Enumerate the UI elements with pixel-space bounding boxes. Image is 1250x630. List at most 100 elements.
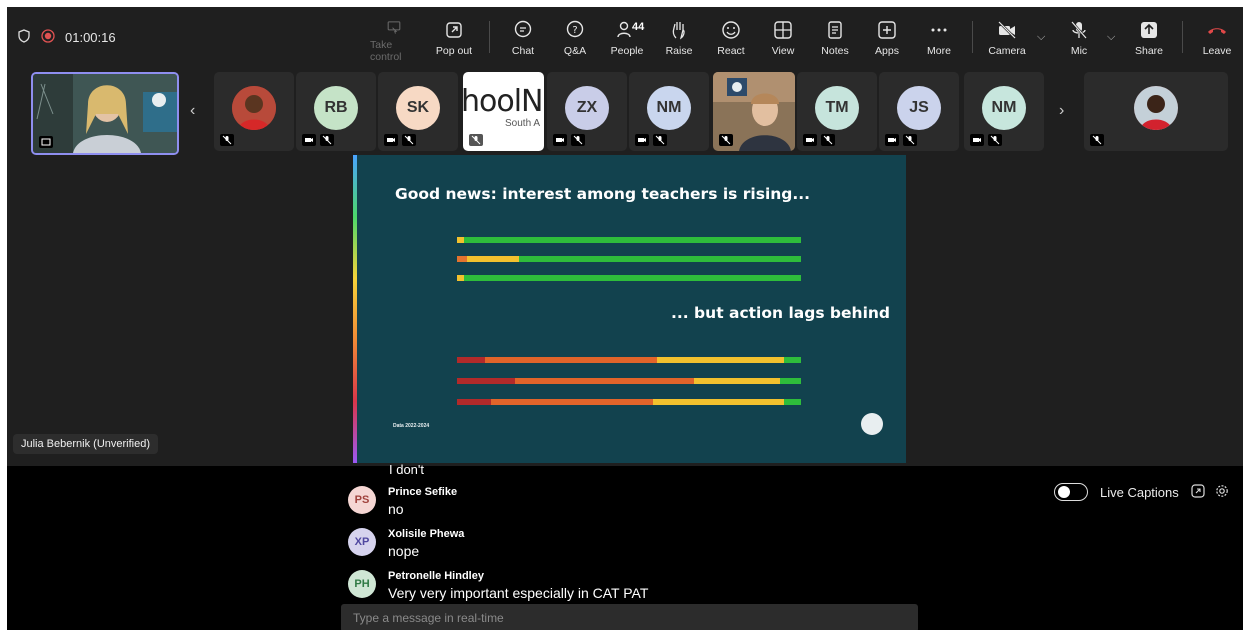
participant-tile[interactable]: TM [797, 72, 877, 151]
participant-avatar: ZX [565, 86, 609, 130]
previous-participants-chevron-icon[interactable]: ‹ [190, 102, 195, 120]
next-participants-chevron-icon[interactable]: › [1059, 102, 1064, 120]
camera-button[interactable]: Camera [983, 15, 1031, 63]
caption-text: nope [388, 543, 420, 559]
participant-tile[interactable]: NM [629, 72, 709, 151]
participant-tile[interactable]: ZX [547, 72, 627, 151]
participant-tile[interactable]: NM [964, 72, 1044, 151]
participant-tile-logo[interactable]: hoolNe South A [463, 72, 544, 151]
live-captions-controls: Live Captions [1054, 483, 1229, 501]
caption-avatar: PH [348, 570, 376, 598]
presenter-name-tag: Julia Bebernik (Unverified) [13, 434, 158, 454]
mic-off-icon [903, 134, 917, 146]
slide-data-label: Data 2022-2024 [393, 423, 430, 429]
participant-avatar: NM [982, 86, 1026, 130]
share-icon [1141, 22, 1157, 38]
apps-icon [878, 21, 896, 39]
view-icon [774, 21, 792, 39]
shared-presentation-slide: Good news: interest among teachers is ri… [353, 155, 906, 463]
chart2-bar [457, 399, 801, 405]
live-captions-toggle[interactable] [1054, 483, 1088, 501]
more-button[interactable]: More [915, 15, 963, 63]
camera-off-icon [384, 134, 398, 146]
notes-icon [828, 21, 842, 39]
mic-off-icon [220, 134, 234, 146]
mic-off-icon [1071, 21, 1087, 39]
leave-button[interactable]: Leave [1193, 15, 1241, 63]
participant-tile[interactable]: RB [296, 72, 376, 151]
caption-partial-text: I don't [389, 462, 425, 477]
mic-off-icon [320, 134, 334, 146]
notes-button[interactable]: Notes [811, 15, 859, 63]
participant-tile[interactable]: SK [378, 72, 458, 151]
chart1-bar [457, 237, 801, 243]
mic-options-chevron-icon[interactable]: ⌵ [1107, 31, 1115, 44]
pop-out-captions-icon[interactable] [1191, 483, 1205, 501]
chat-button[interactable]: Chat [499, 15, 547, 63]
participant-avatar: JS [897, 86, 941, 130]
mic-off-icon [1090, 134, 1104, 146]
participant-tile[interactable] [214, 72, 294, 151]
caption-text: no [388, 501, 404, 517]
caption-avatar: XP [348, 528, 376, 556]
caption-entry: XP Xolisile Phewa nope [348, 528, 464, 559]
meeting-status: 01:00:16 [17, 29, 116, 46]
teams-meeting-window: 01:00:16 Take control Pop out Chat ? Q&A… [7, 7, 1243, 630]
take-control-button[interactable]: Take control [370, 15, 418, 63]
participant-tile[interactable]: JS [879, 72, 959, 151]
mic-off-icon [988, 134, 1002, 146]
live-captions-label: Live Captions [1100, 484, 1179, 500]
camera-off-icon [553, 134, 567, 146]
pop-out-button[interactable]: Pop out [430, 15, 478, 63]
organization-logo-icon [861, 413, 883, 435]
realtime-message-box[interactable] [341, 604, 918, 630]
react-button[interactable]: React [707, 15, 755, 63]
people-button[interactable]: 44 People [603, 15, 651, 63]
caption-entry: PS Prince Sefike no [348, 486, 457, 517]
raise-hand-button[interactable]: Raise [655, 15, 703, 63]
more-icon [931, 28, 947, 32]
qa-button[interactable]: ? Q&A [551, 15, 599, 63]
svg-text:?: ? [572, 25, 577, 36]
realtime-message-input[interactable] [341, 604, 918, 630]
participant-tile[interactable] [1084, 72, 1228, 151]
caption-settings-gear-icon[interactable] [1215, 484, 1229, 501]
share-button[interactable]: Share [1125, 15, 1173, 63]
meeting-toolbar: 01:00:16 Take control Pop out Chat ? Q&A… [7, 7, 1243, 67]
mic-button[interactable]: Mic [1055, 15, 1103, 63]
recording-icon [41, 29, 55, 46]
view-button[interactable]: View [759, 15, 807, 63]
pop-out-icon [446, 22, 462, 38]
qa-icon: ? [566, 20, 584, 38]
self-video-tile[interactable] [31, 72, 179, 155]
caption-speaker-name: Prince Sefike [388, 486, 458, 498]
live-captions-panel: I don't PS Prince Sefike no XP Xolisile P… [7, 462, 1243, 630]
chat-icon [514, 20, 532, 38]
participant-photo [232, 86, 276, 130]
participant-avatar: RB [314, 86, 358, 130]
react-icon [722, 21, 740, 39]
slide-title-2: ... but action lags behind [671, 304, 891, 322]
presenter-video [33, 74, 177, 153]
camera-off-icon [998, 21, 1016, 39]
camera-off-icon [803, 134, 817, 146]
camera-off-icon [302, 134, 316, 146]
shield-icon [17, 29, 31, 46]
camera-options-chevron-icon[interactable]: ⌵ [1037, 31, 1045, 44]
participant-avatar: NM [647, 86, 691, 130]
mic-off-icon [719, 134, 733, 146]
participant-avatar: TM [815, 86, 859, 130]
mic-off-icon [653, 134, 667, 146]
caption-entry: PH Petronelle Hindley Very very important… [348, 570, 648, 601]
school-logo-text: hoolNe [463, 84, 544, 119]
meeting-timer: 01:00:16 [65, 30, 116, 45]
mic-off-icon [571, 134, 585, 146]
school-logo-subtext: South A [505, 118, 541, 129]
participant-video-tile[interactable] [713, 72, 795, 151]
slide-title-1: Good news: interest among teachers is ri… [395, 185, 811, 203]
caption-speaker-name: Petronelle Hindley [388, 570, 484, 582]
leave-icon [1208, 28, 1226, 34]
take-control-icon [387, 21, 401, 34]
screen-share-icon [39, 136, 53, 148]
apps-button[interactable]: Apps [863, 15, 911, 63]
